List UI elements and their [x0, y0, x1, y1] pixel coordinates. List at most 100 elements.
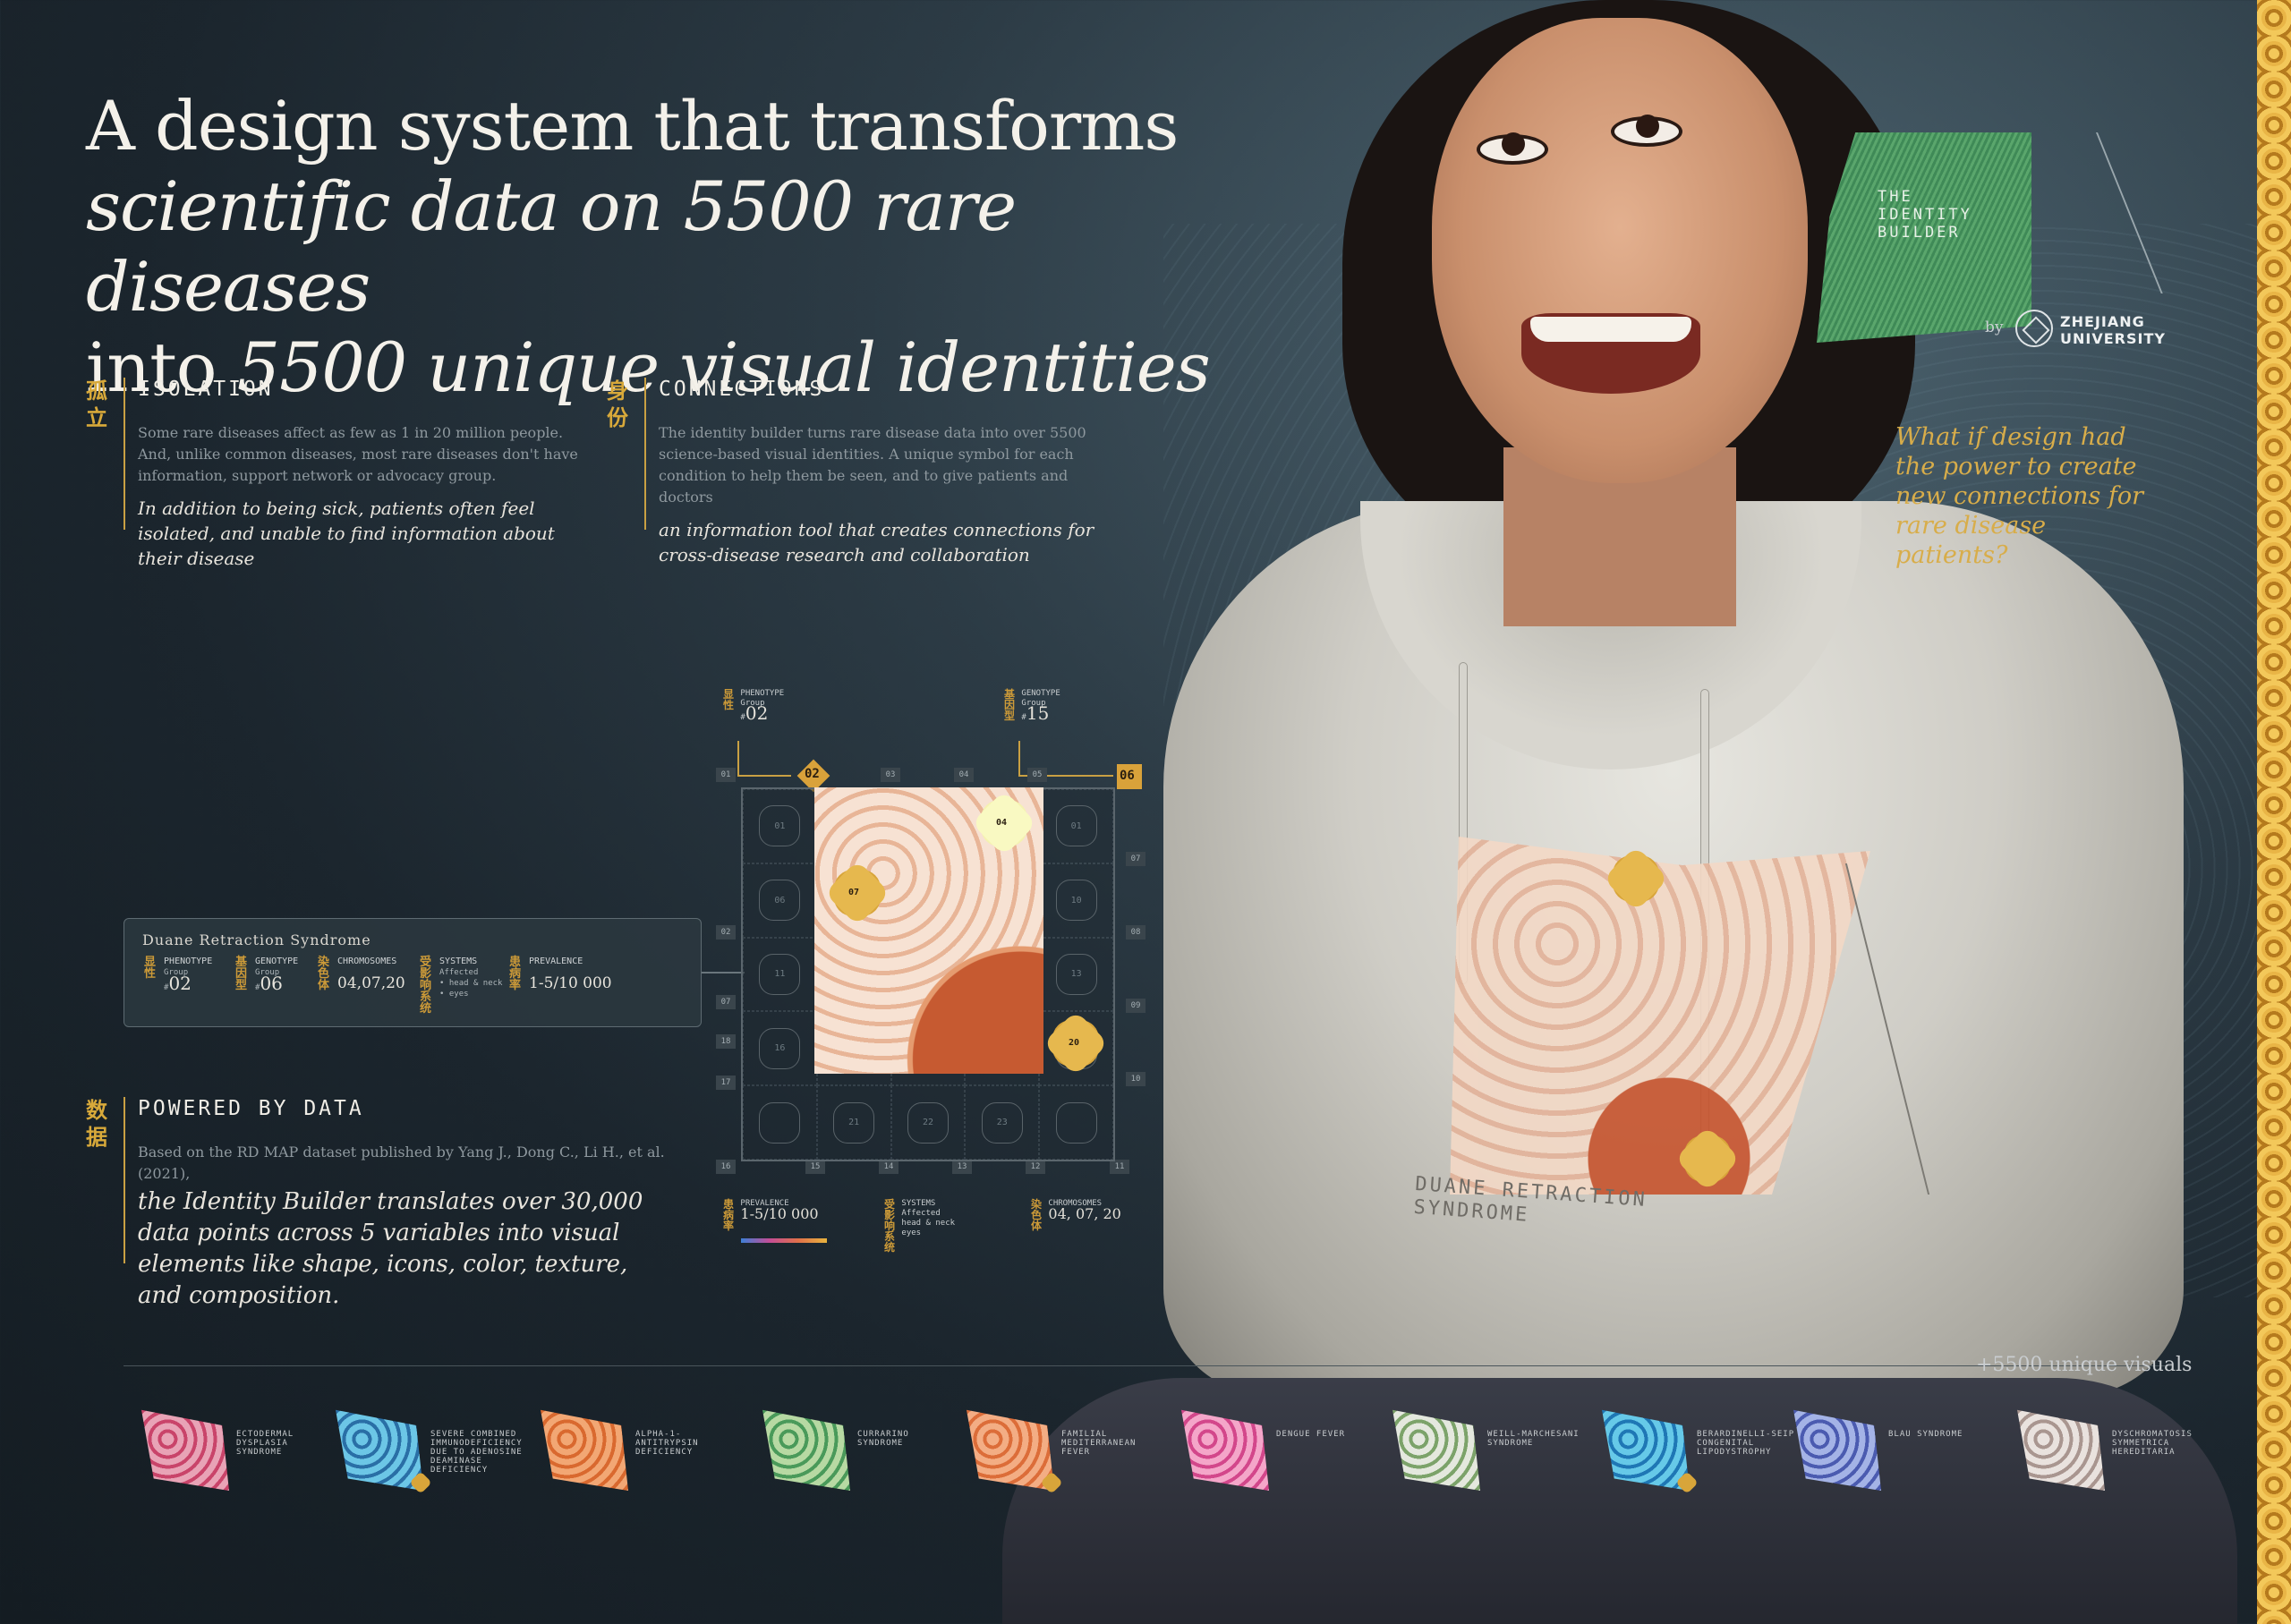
identity-builder-diagram: 显性 PHENOTYPE Group #02 基因型 GENOTYPE Grou…: [716, 680, 1163, 1271]
gallery-label: CURRARINO SYNDROME: [857, 1430, 909, 1448]
grid-cell: 01: [1039, 789, 1113, 863]
grid-number: 17: [716, 1076, 736, 1090]
gallery-thumbnail: [1181, 1409, 1269, 1491]
grid-cell-shape: 01: [759, 805, 801, 847]
diagram-systems-title: SYSTEMS: [901, 1199, 936, 1208]
gallery-count: +5500 unique visuals: [1976, 1354, 2193, 1376]
grid-number: 09: [1126, 999, 1146, 1013]
gallery-item: ALPHA-1-ANTITRYPSIN DEFICIENCY: [541, 1405, 746, 1503]
grid-cell-shape: 10: [1055, 880, 1097, 922]
gallery-item: ECTODERMAL DYSPLASIA SYNDROME: [141, 1405, 347, 1503]
diagram-chromosomes-value: 04, 07, 20: [1048, 1205, 1121, 1222]
grid-number: 01: [716, 768, 736, 782]
gallery-label: DENGUE FEVER: [1276, 1430, 1346, 1439]
diagram-chromosomes-label: 染色体 CHROMOSOMES 04, 07, 20: [1031, 1199, 1121, 1231]
grid-cell: 01: [743, 789, 817, 863]
powered-heading: POWERED BY DATA: [138, 1097, 364, 1120]
grid-cell-shape: 22: [907, 1101, 949, 1144]
gallery-thumbnail: [336, 1409, 423, 1491]
diagram-phenotype-label: 显性 PHENOTYPE Group #02: [723, 689, 784, 723]
by-label: by: [1985, 319, 2004, 336]
grid-number: 13: [952, 1160, 972, 1174]
grid-number: 07: [1126, 852, 1146, 866]
disease-name: Duane Retraction Syndrome: [142, 931, 371, 948]
section-rule: [644, 378, 646, 530]
headline: A design system that transforms scientif…: [86, 86, 1214, 408]
prevalence-scale: [741, 1238, 827, 1243]
disease-info-card: Duane Retraction Syndrome 显性 PHENOTYPE G…: [123, 918, 702, 1027]
diagram-genotype-glyph: 基因型: [1004, 688, 1016, 722]
gallery-item: SEVERE COMBINED IMMUNODEFICIENCY DUE TO …: [336, 1405, 541, 1503]
diagram-prevalence-label: 患病率 PREVALENCE 1-5/10 000: [723, 1199, 819, 1231]
gallery-thumbnail: [1793, 1409, 1881, 1491]
gallery-rule: [123, 1365, 2173, 1366]
grid-cell-shape: 23: [981, 1101, 1023, 1144]
genotype-value: 06: [260, 973, 283, 994]
grid-cell-shape: 16: [759, 1027, 801, 1069]
genotype-field: 基因型 GENOTYPE Group #06: [235, 957, 298, 993]
smile: [1521, 313, 1700, 394]
face: [1432, 18, 1808, 483]
diagram-systems-glyph: 受影响系统: [884, 1198, 896, 1254]
grid-number: 11: [1110, 1160, 1129, 1174]
headline-line-1: A design system that transforms: [86, 86, 1179, 166]
prevalence-glyph: 患病率: [509, 956, 522, 992]
grid-cell-shape: [1055, 1101, 1097, 1144]
diagram-systems-sub: Affected: [901, 1209, 941, 1218]
grid-cell-shape: 13: [1055, 953, 1097, 995]
prevalence-label: PREVALENCE: [529, 957, 583, 966]
gallery-item: BERARDINELLI-SEIP CONGENITAL LIPODYSTROP…: [1602, 1405, 1808, 1503]
connections-glyph: 身份: [607, 378, 628, 430]
gallery-item: FAMILIAL MEDITERRANEAN FEVER: [967, 1405, 1172, 1503]
gallery-thumbnail: [1392, 1409, 1480, 1491]
chromosomes-glyph: 染色体: [318, 956, 330, 992]
genotype-connector: [1018, 741, 1020, 777]
grid-cell: [1039, 1085, 1113, 1160]
grid-cell: 23: [965, 1085, 1040, 1160]
gallery-thumbnail: [1602, 1409, 1690, 1491]
gallery-label: ALPHA-1-ANTITRYPSIN DEFICIENCY: [635, 1430, 699, 1457]
grid-cell: 13: [1039, 937, 1113, 1012]
powered-glyph: 数据: [86, 1098, 107, 1150]
diagram-systems-label: 受影响系统 SYSTEMS Affected head & neck eyes: [884, 1199, 955, 1253]
grid-number: 15: [805, 1160, 825, 1174]
zju-name-line-2: UNIVERSITY: [2060, 330, 2166, 347]
prevalence-value: 1-5/10 000: [529, 974, 612, 992]
phenotype-connector: [737, 741, 739, 777]
grid-cell-shape: 06: [759, 880, 801, 922]
gallery-label: SEVERE COMBINED IMMUNODEFICIENCY DUE TO …: [430, 1430, 523, 1475]
gallery-item: WEILL-MARCHESANI SYNDROME: [1392, 1405, 1598, 1503]
isolation-italic: In addition to being sick, patients ofte…: [138, 497, 555, 569]
left-eye: [1477, 132, 1548, 165]
diagram-prevalence-value: 1-5/10 000: [740, 1205, 819, 1222]
isolation-glyph: 孤立: [86, 378, 107, 430]
grid-number: 18: [716, 1034, 736, 1049]
gallery-label: BERARDINELLI-SEIP CONGENITAL LIPODYSTROP…: [1697, 1430, 1795, 1457]
systems-glyph: 受影响系统: [420, 956, 432, 1016]
genotype-tag: 06: [1120, 769, 1135, 783]
grid-cell: 16: [743, 1011, 817, 1086]
gallery-thumbnail: [2017, 1409, 2105, 1491]
grid-number: 03: [881, 768, 900, 782]
grid-number: 02: [716, 925, 736, 940]
gallery-thumbnail: [762, 1409, 850, 1491]
grid-number: 07: [716, 995, 736, 1009]
gallery-label: WEILL-MARCHESANI SYNDROME: [1487, 1430, 1580, 1448]
gold-texture-strip: [2257, 0, 2291, 1624]
grid-number: 14: [879, 1160, 899, 1174]
headline-line-2: scientific data on 5500 rare diseases: [86, 166, 1017, 327]
diagram-genotype-label: 基因型 GENOTYPE Group #15: [1004, 689, 1060, 723]
phenotype-field: 显性 PHENOTYPE Group #02: [144, 957, 212, 993]
chromosomes-value: 04,07,20: [337, 974, 405, 992]
prevalence-field: 患病率 PREVALENCE 1-5/10 000: [509, 957, 612, 991]
gallery-thumbnail: [967, 1409, 1054, 1491]
grid-cell: 06: [743, 863, 817, 938]
diagram-genotype-title: GENOTYPE: [1021, 689, 1060, 698]
isolation-section: 孤立 ISOLATION Some rare diseases affect a…: [86, 378, 587, 569]
isolation-heading: ISOLATION: [138, 378, 274, 401]
section-rule: [123, 378, 125, 530]
marker-04-label: 04: [996, 818, 1008, 828]
connections-italic: an information tool that creates connect…: [659, 519, 1094, 565]
connections-heading: CONNECTIONS: [659, 378, 825, 401]
gallery-item: DENGUE FEVER: [1181, 1405, 1387, 1503]
